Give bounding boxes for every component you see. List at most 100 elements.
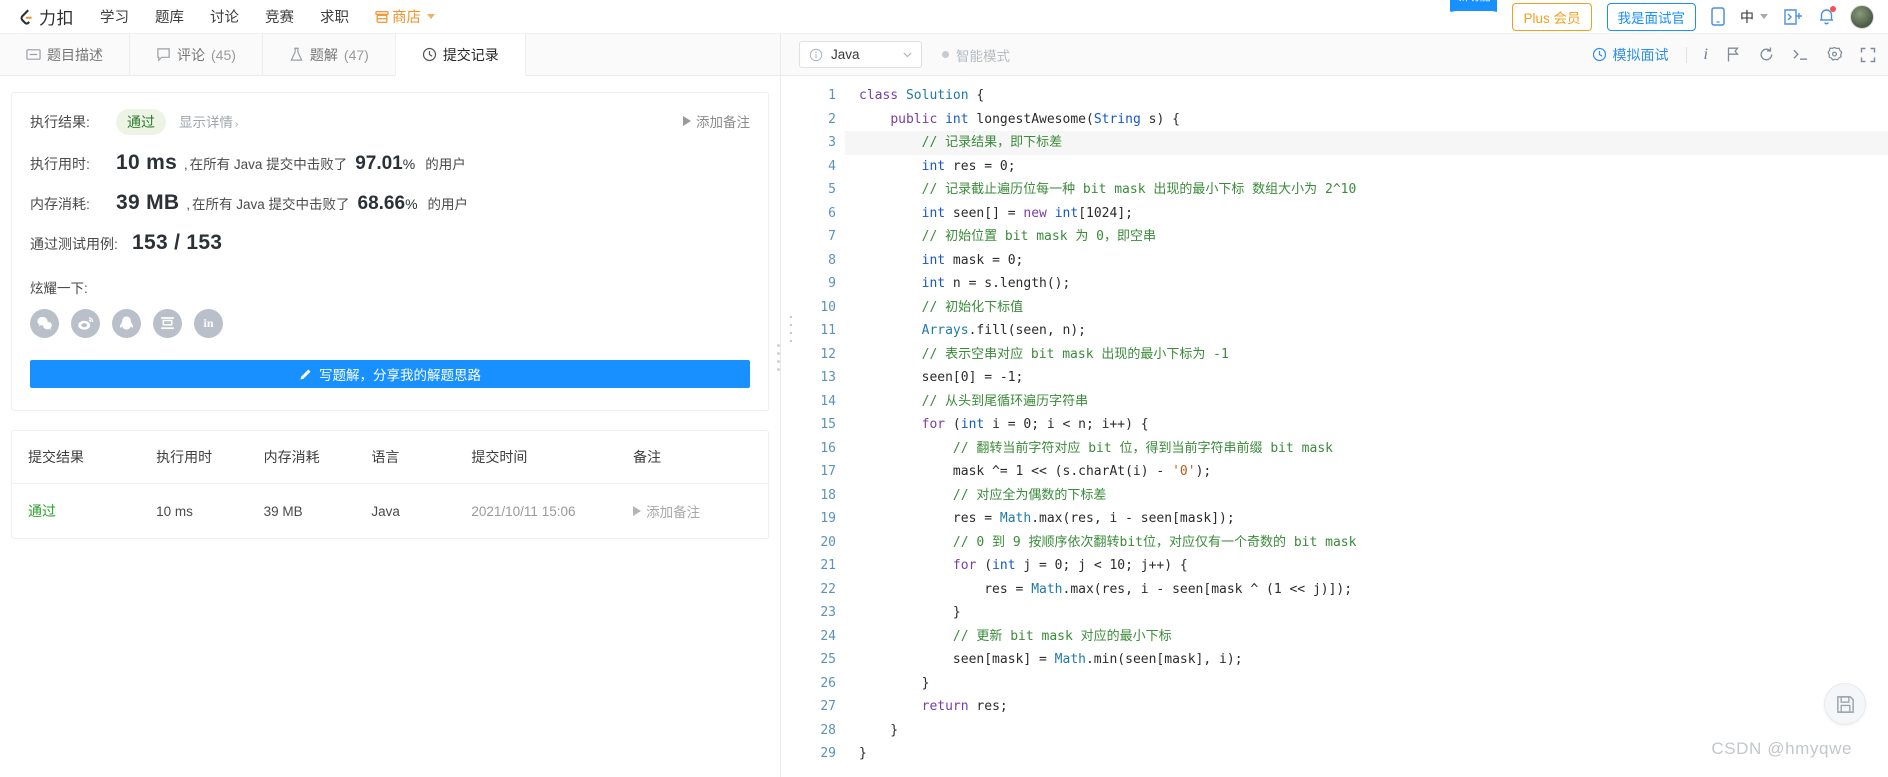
write-solution-button[interactable]: 写题解，分享我的解题思路 bbox=[30, 360, 750, 388]
code-line: int n = s.length(); bbox=[921, 276, 1071, 291]
add-note-label: 添加备注 bbox=[696, 115, 750, 130]
runtime-tail-text: 的用户 bbox=[425, 157, 466, 172]
memory-label: 内存消耗: bbox=[30, 196, 90, 212]
code-line: public int longestAwesome(String s) { bbox=[890, 111, 1180, 127]
code-line: } bbox=[859, 675, 930, 691]
fullscreen-icon[interactable] bbox=[1860, 47, 1876, 63]
line-number: 10 bbox=[820, 299, 836, 315]
tab-description[interactable]: 题目描述 bbox=[0, 34, 130, 75]
testcases-row: 通过测试用例: 153 / 153 bbox=[30, 231, 750, 255]
mock-interview-label: 模拟面试 bbox=[1612, 46, 1669, 63]
pencil-icon bbox=[300, 368, 311, 380]
row-add-note-label: 添加备注 bbox=[646, 505, 701, 520]
code-line: int mask = 0; bbox=[921, 252, 1024, 268]
runtime-row: 执行用时: 10 ms , 在所有 Java 提交中击败了 97.01% 的用户 bbox=[30, 151, 750, 175]
editor-toolbar: Java 智能模式 模拟面试 i bbox=[781, 34, 1888, 76]
tab-solutions-label: 题解 bbox=[309, 46, 338, 63]
line-number: 15 bbox=[820, 417, 836, 432]
code-line: for (int j = 0; j < 10; j++) { bbox=[952, 558, 1188, 573]
cell-note: 添加备注 bbox=[633, 484, 768, 539]
line-number: 25 bbox=[820, 652, 836, 667]
tab-comments[interactable]: 评论 (45) bbox=[130, 34, 263, 75]
runtime-percentile: 97.01% bbox=[355, 153, 415, 175]
mobile-icon[interactable] bbox=[1711, 7, 1725, 26]
nav-link-jobs[interactable]: 求职 bbox=[320, 6, 349, 27]
console-add-icon[interactable] bbox=[1783, 8, 1803, 26]
code-line: // 初始化下标值 bbox=[859, 299, 1024, 315]
write-solution-label: 写题解，分享我的解题思路 bbox=[319, 368, 481, 383]
memory-row: 内存消耗: 39 MB , 在所有 Java 提交中击败了 68.66% 的用户 bbox=[30, 191, 750, 215]
exec-result-row: 执行结果: 通过 显示详情 › bbox=[30, 109, 750, 135]
show-detail-link[interactable]: 显示详情 › bbox=[179, 111, 238, 131]
submissions-table-card: 提交结果 执行用时 内存消耗 语言 提交时间 备注 通过 10 ms 39 MB… bbox=[11, 430, 769, 539]
line-number: 24 bbox=[820, 628, 836, 644]
brand-logo[interactable]: 力扣 bbox=[16, 4, 74, 29]
submission-status-link[interactable]: 通过 bbox=[28, 503, 56, 519]
line-number: 29 bbox=[820, 746, 836, 761]
memory-percentile: 68.66% bbox=[358, 193, 418, 215]
wechat-icon[interactable] bbox=[30, 309, 59, 338]
weibo-icon[interactable] bbox=[71, 309, 100, 338]
flag-icon[interactable] bbox=[1725, 46, 1741, 63]
submissions-table-head: 提交结果 执行用时 内存消耗 语言 提交时间 备注 bbox=[12, 431, 768, 484]
code-line: class Solution { bbox=[859, 88, 985, 103]
row-add-note-button[interactable]: 添加备注 bbox=[633, 501, 768, 521]
code-line: // 表示空串对应 bit mask 出现的最小下标为 -1 bbox=[859, 346, 1229, 362]
douban-icon[interactable] bbox=[153, 309, 182, 338]
console-icon[interactable] bbox=[1792, 47, 1809, 63]
nav-link-contest[interactable]: 竞赛 bbox=[265, 6, 294, 27]
save-icon[interactable] bbox=[1824, 683, 1866, 725]
nav-link-study[interactable]: 学习 bbox=[100, 6, 129, 27]
mock-interview-button[interactable]: 模拟面试 bbox=[1592, 45, 1669, 65]
reset-icon[interactable] bbox=[1758, 46, 1775, 63]
tab-solutions[interactable]: 题解 (47) bbox=[263, 34, 396, 75]
language-select[interactable]: Java bbox=[799, 41, 922, 68]
tab-submissions-label: 提交记录 bbox=[442, 46, 499, 63]
interviewer-button[interactable]: 我是面试官 bbox=[1606, 2, 1696, 31]
nav-link-problems[interactable]: 题库 bbox=[155, 6, 184, 27]
table-row[interactable]: 通过 10 ms 39 MB Java 2021/10/11 15:06 添加备… bbox=[12, 484, 768, 539]
linkedin-icon[interactable]: in bbox=[194, 309, 223, 338]
plus-membership-button[interactable]: Plus 会员 bbox=[1512, 2, 1592, 31]
new-feature-ribbon[interactable]: 新功能 bbox=[1450, 0, 1498, 11]
submission-result-card: 添加备注 执行结果: 通过 显示详情 › 执行用时: 10 ms , 在所有 Ja… bbox=[11, 92, 769, 411]
tab-submissions[interactable]: 提交记录 bbox=[395, 34, 526, 76]
flask-icon bbox=[290, 47, 303, 61]
language-switcher[interactable]: 中 bbox=[1740, 7, 1768, 27]
th-language: 语言 bbox=[371, 431, 472, 484]
line-number: 19 bbox=[820, 511, 836, 526]
memory-tail-text: 的用户 bbox=[427, 197, 469, 212]
line-number: 23 bbox=[820, 605, 836, 620]
avatar[interactable] bbox=[1850, 4, 1874, 29]
page-body: 题目描述 评论 (45) 题解 (47) 提交记录 添加备注 执行结果: 通过 … bbox=[0, 34, 1888, 777]
line-number: 4 bbox=[828, 158, 836, 174]
line-number: 14 bbox=[820, 393, 836, 409]
pane-drag-handle[interactable] bbox=[777, 344, 780, 371]
code-editor[interactable]: 1 2 3 4 5 6 7 8 9 10 11 12 13 14 15 16 17 18 19 20 21 22 23 24 2… bbox=[781, 76, 1888, 777]
editor-toolbar-right: 模拟面试 i bbox=[1592, 45, 1876, 65]
th-note: 备注 bbox=[633, 431, 768, 484]
smart-mode-toggle[interactable]: 智能模式 bbox=[942, 45, 1010, 65]
line-number: 27 bbox=[820, 699, 836, 714]
linkedin-text: in bbox=[203, 316, 214, 330]
notification-dot bbox=[1830, 6, 1836, 12]
bell-icon[interactable] bbox=[1818, 6, 1836, 26]
line-number: 7 bbox=[828, 229, 836, 244]
leetcode-logo-icon bbox=[20, 9, 32, 25]
info-italic-icon[interactable]: i bbox=[1704, 46, 1708, 64]
settings-icon[interactable] bbox=[1826, 46, 1843, 63]
toolbar-divider bbox=[1685, 46, 1687, 63]
store-icon bbox=[375, 10, 389, 23]
store-label: 商店 bbox=[392, 10, 421, 26]
runtime-mid-text: 在所有 Java 提交中击败了 bbox=[189, 157, 348, 172]
runtime-comma: , bbox=[184, 157, 188, 172]
nav-link-store[interactable]: 商店 bbox=[375, 6, 435, 27]
code-content[interactable]: class Solution { public int longestAweso… bbox=[845, 76, 1888, 777]
chevron-down-icon bbox=[903, 52, 912, 58]
nav-link-discuss[interactable]: 讨论 bbox=[210, 6, 239, 27]
code-line: // 0 到 9 按顺序依次翻转bit位，对应仅有一个奇数的 bit mask bbox=[859, 534, 1357, 550]
add-note-button[interactable]: 添加备注 bbox=[683, 111, 750, 131]
runtime-percentile-number: 97.01 bbox=[355, 153, 403, 174]
qq-icon[interactable] bbox=[112, 309, 141, 338]
line-number: 8 bbox=[828, 252, 836, 268]
